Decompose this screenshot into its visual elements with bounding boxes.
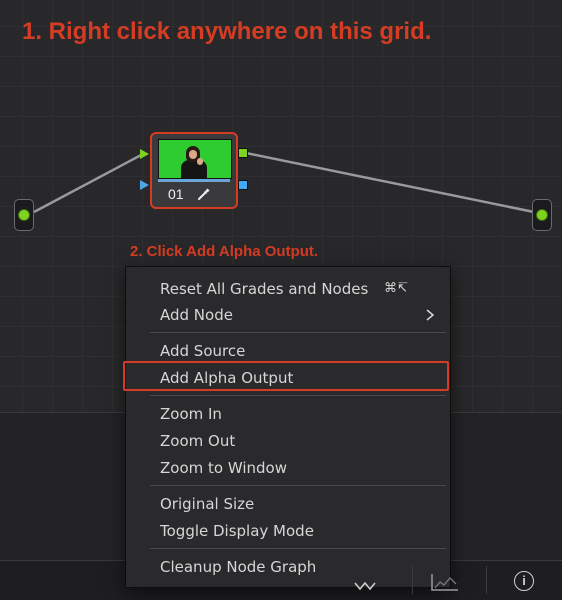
source-input-port[interactable]: [14, 199, 34, 231]
corrector-node[interactable]: 01: [150, 132, 238, 209]
input-connection: [33, 152, 144, 214]
highlight-add-alpha-output: [123, 361, 449, 391]
source-dot: [18, 209, 30, 221]
node-key-input[interactable]: [140, 180, 149, 190]
toolbar-divider: [486, 566, 487, 594]
info-icon[interactable]: i: [514, 571, 534, 591]
node-rgb-output[interactable]: [238, 148, 248, 158]
menu-item-reset-all-grades[interactable]: Reset All Grades and Nodes ⌘↸: [126, 277, 450, 301]
menu-item-toggle-display-mode[interactable]: Toggle Display Mode: [126, 519, 450, 543]
toolbar-divider: [412, 566, 413, 594]
node-key-output[interactable]: [238, 180, 248, 190]
menu-item-cleanup-node-graph[interactable]: Cleanup Node Graph: [126, 555, 450, 579]
menu-separator: [150, 548, 446, 549]
menu-item-label: Original Size: [160, 495, 255, 513]
node-rgb-input[interactable]: [140, 149, 149, 159]
menu-item-zoom-to-window[interactable]: Zoom to Window: [126, 456, 450, 480]
thumb-body: [181, 160, 207, 178]
menu-item-add-node[interactable]: Add Node: [126, 303, 450, 327]
menu-item-label: Zoom to Window: [160, 459, 287, 477]
menu-item-label: Toggle Display Mode: [160, 522, 314, 540]
menu-item-label: Zoom In: [160, 405, 222, 423]
output-dot: [536, 209, 548, 221]
menu-item-label: Zoom Out: [160, 432, 236, 450]
menu-separator: [150, 485, 446, 486]
menu-separator: [150, 332, 446, 333]
menu-item-label: Reset All Grades and Nodes: [160, 280, 369, 298]
menu-item-add-source[interactable]: Add Source: [126, 339, 450, 363]
menu-item-label: Cleanup Node Graph: [160, 558, 317, 576]
output-connection: [245, 151, 535, 214]
eyedropper-icon: [198, 188, 210, 200]
menu-item-original-size[interactable]: Original Size: [126, 492, 450, 516]
node-thumbnail: [158, 139, 232, 179]
node-editor: 1. Right click anywhere on this grid. 01…: [0, 0, 562, 600]
output-port[interactable]: [532, 199, 552, 231]
scope-icon[interactable]: [430, 572, 460, 594]
node-label: 01: [168, 186, 184, 202]
context-menu: Reset All Grades and Nodes ⌘↸ Add Node A…: [125, 266, 451, 588]
thumb-hand: [197, 158, 203, 165]
keyframe-icon[interactable]: [354, 580, 378, 594]
chevron-right-icon: [426, 309, 435, 321]
menu-shortcut: ⌘↸: [384, 281, 408, 296]
instruction-step-2: 2. Click Add Alpha Output.: [130, 243, 319, 260]
menu-item-zoom-out[interactable]: Zoom Out: [126, 429, 450, 453]
menu-item-label: Add Node: [160, 306, 233, 324]
node-progress-bar: [158, 179, 230, 182]
menu-separator: [150, 395, 446, 396]
thumb-face: [189, 150, 197, 159]
menu-item-label: Add Source: [160, 342, 246, 360]
menu-item-zoom-in[interactable]: Zoom In: [126, 402, 450, 426]
